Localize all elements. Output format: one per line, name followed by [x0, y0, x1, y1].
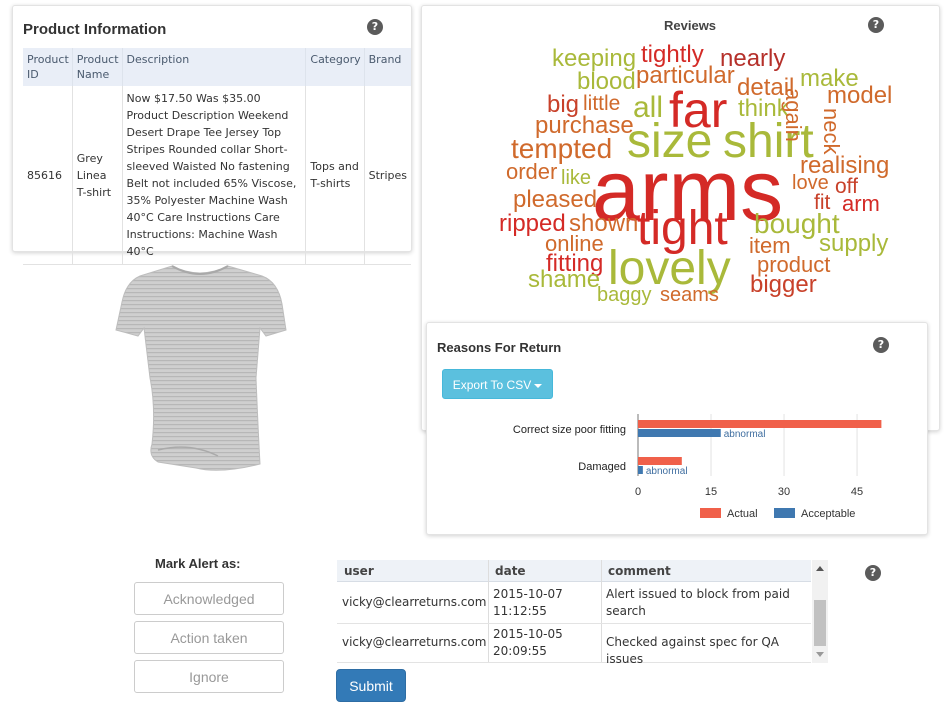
- col-header-user[interactable]: user: [344, 564, 374, 578]
- bar: [638, 420, 882, 428]
- vertical-scrollbar[interactable]: [812, 560, 828, 663]
- cell-description: Now $17.50 Was $35.00 Product Descriptio…: [121, 86, 306, 265]
- legend-swatch: [700, 508, 721, 518]
- category-label: Damaged: [578, 461, 626, 473]
- product-image: [115, 265, 287, 471]
- submit-button[interactable]: Submit: [336, 669, 406, 702]
- word-cloud-word: seams: [660, 284, 719, 306]
- x-tick-label: 30: [778, 486, 790, 498]
- cell-user: vicky@clearreturns.com: [342, 635, 487, 649]
- x-tick-label: 45: [851, 486, 863, 498]
- col-header-category: Category: [305, 48, 365, 86]
- bar: [638, 466, 643, 474]
- comments-grid: user date comment vicky@clearreturns.com…: [337, 560, 828, 663]
- table-row[interactable]: vicky@clearreturns.com 2015-10-07 11:12:…: [337, 582, 811, 624]
- data-label: abnormal: [724, 429, 766, 440]
- word-cloud-word: size: [627, 115, 713, 168]
- bar: [638, 457, 682, 465]
- word-cloud-word: again: [781, 88, 806, 142]
- product-info-panel: Product Information ? Product ID Product…: [12, 5, 412, 265]
- word-cloud-word: little: [583, 92, 621, 115]
- word-cloud-word: order: [506, 159, 558, 184]
- word-cloud-word: particular: [636, 62, 735, 89]
- reviews-title: Reviews: [664, 18, 717, 33]
- product-table: Product ID Product Name Description Cate…: [23, 48, 411, 265]
- ignore-button[interactable]: Ignore: [134, 660, 284, 693]
- data-label: abnormal: [646, 466, 688, 477]
- x-tick-label: 15: [705, 486, 717, 498]
- cell-comment: Alert issued to block from paid search: [606, 587, 790, 618]
- help-icon[interactable]: ?: [873, 337, 889, 353]
- bar: [638, 429, 721, 437]
- export-csv-button[interactable]: Export To CSV: [442, 369, 553, 399]
- returns-chart: 0 15 30 45 Correct size poor fitting abnormal…: [513, 414, 882, 520]
- word-cloud-word: shame: [528, 266, 601, 293]
- legend-swatch: [774, 508, 795, 518]
- cell-date: 2015-10-05 20:09:55: [493, 627, 563, 658]
- mark-alert-title: Mark Alert as:: [155, 556, 241, 571]
- table-header-row: Product ID Product Name Description Cate…: [23, 48, 411, 86]
- cell-comment: Checked against spec for QA issues: [606, 635, 779, 663]
- export-csv-label: Export To CSV: [452, 378, 532, 392]
- word-cloud-word: model: [827, 82, 893, 109]
- word-cloud-word: love: [792, 172, 829, 194]
- scroll-up-arrow-icon[interactable]: [816, 566, 824, 571]
- col-header-comment[interactable]: comment: [608, 564, 671, 578]
- scroll-thumb[interactable]: [814, 600, 826, 646]
- cell-product-id: 85616: [23, 86, 73, 265]
- table-row: 85616 Grey Linea T-shirt Now $17.50 Was …: [23, 86, 411, 265]
- action-taken-button[interactable]: Action taken: [134, 621, 284, 654]
- caret-down-icon: [534, 383, 543, 388]
- word-cloud-word: blood: [577, 68, 636, 95]
- cell-user: vicky@clearreturns.com: [342, 595, 487, 609]
- table-row[interactable]: vicky@clearreturns.com 2015-10-05 20:09:…: [337, 624, 811, 663]
- cell-product-name: Grey Linea T-shirt: [71, 86, 123, 265]
- help-icon[interactable]: ?: [367, 19, 383, 35]
- col-header-date[interactable]: date: [495, 564, 526, 578]
- returns-title: Reasons For Return: [437, 340, 562, 355]
- word-cloud-word: baggy: [597, 284, 652, 306]
- cell-date: 2015-10-07 11:12:55: [493, 587, 563, 618]
- col-header-description: Description: [121, 48, 306, 86]
- category-label: Correct size poor fitting: [513, 424, 626, 436]
- col-header-product-name: Product Name: [71, 48, 123, 86]
- x-tick-label: 0: [635, 486, 641, 498]
- cell-brand: Stripes: [363, 86, 411, 265]
- legend-label: Actual: [727, 508, 758, 520]
- legend-label: Acceptable: [801, 508, 855, 520]
- word-cloud-word: like: [561, 167, 592, 189]
- word-cloud-word: arm: [842, 191, 880, 216]
- word-cloud-word: pleased: [513, 186, 598, 213]
- word-cloud-word: all: [633, 91, 664, 124]
- product-info-title: Product Information: [23, 21, 167, 38]
- word-cloud-word: bigger: [750, 271, 817, 298]
- grid-header: user date comment: [337, 560, 811, 582]
- help-icon[interactable]: ?: [865, 565, 881, 581]
- acknowledged-button[interactable]: Acknowledged: [134, 582, 284, 615]
- scroll-down-arrow-icon[interactable]: [816, 652, 824, 657]
- cell-category: Tops and T-shirts: [305, 86, 365, 265]
- col-header-product-id: Product ID: [23, 48, 73, 86]
- col-header-brand: Brand: [363, 48, 411, 86]
- word-cloud-word: neck: [819, 108, 844, 155]
- help-icon[interactable]: ?: [868, 17, 884, 33]
